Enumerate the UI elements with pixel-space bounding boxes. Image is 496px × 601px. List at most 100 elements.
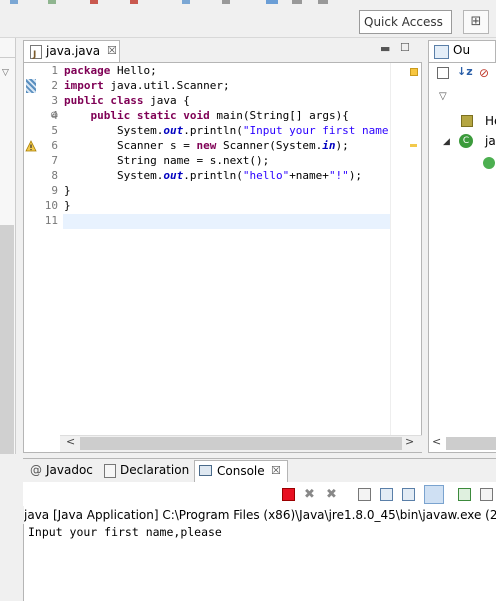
quick-access-input[interactable]: Quick Access	[359, 10, 452, 34]
outline-view[interactable]: ↓z ⊘ ▽ He ◢ C ja	[428, 62, 496, 453]
open-perspective-button[interactable]: ⊞	[463, 10, 489, 34]
code-token: "hello"	[242, 169, 290, 182]
overview-ruler[interactable]	[390, 63, 421, 435]
toolbar-icon-fragment[interactable]	[222, 0, 230, 4]
console-output-text: Input your first name,please	[28, 525, 222, 539]
remove-launch-icon[interactable]: ✖	[304, 488, 317, 501]
line-number: 1	[51, 64, 58, 77]
code-token: public	[64, 94, 104, 107]
left-pane-scrollbar[interactable]	[0, 225, 14, 454]
line-number: 10	[44, 199, 58, 212]
pin-console-icon[interactable]	[458, 488, 471, 501]
outline-item-package[interactable]: He	[485, 114, 496, 128]
code-token: Scanner(System.	[216, 139, 323, 152]
code-line[interactable]: import java.util.Scanner;	[64, 78, 230, 93]
tab-console-label: Console	[217, 464, 265, 478]
quick-diff-marker	[26, 79, 36, 93]
class-icon: C	[459, 134, 473, 148]
method-icon[interactable]	[483, 157, 495, 169]
code-line[interactable]: public static void main(String[] args){	[64, 108, 349, 123]
toolbar-icon-fragment[interactable]	[292, 0, 302, 4]
tab-javadoc-label: Javadoc	[46, 463, 93, 477]
display-selected-console-icon[interactable]	[480, 488, 493, 501]
code-token: Scanner s =	[64, 139, 197, 152]
close-icon[interactable]: ☒	[271, 461, 281, 481]
tab-declaration[interactable]: Declaration	[102, 460, 192, 482]
outline-tab-label: Ou	[453, 43, 471, 57]
code-line[interactable]: }	[64, 198, 71, 213]
code-line[interactable]: String name = s.next();	[64, 153, 269, 168]
toolbar-icon-fragment[interactable]	[130, 0, 138, 4]
code-token: out	[163, 124, 184, 137]
code-token: package	[64, 64, 111, 77]
word-wrap-icon[interactable]	[402, 488, 415, 501]
code-token: java {	[143, 94, 190, 107]
toolbar-icon-fragment[interactable]	[318, 0, 328, 4]
code-token: }	[64, 184, 71, 197]
hide-fields-icon[interactable]: ⊘	[479, 66, 489, 80]
warnings-summary-icon[interactable]	[410, 68, 418, 76]
close-icon[interactable]: ☒	[107, 41, 117, 61]
outline-item-class[interactable]: ja	[485, 134, 496, 148]
code-line[interactable]: System.out.println("hello"+name+"!");	[64, 168, 362, 183]
editor-tab-label: java.java	[46, 44, 101, 58]
toolbar-icon-fragment[interactable]	[182, 0, 190, 4]
chevron-down-icon[interactable]: ▽	[2, 68, 9, 78]
remove-all-icon[interactable]: ✖	[326, 488, 339, 501]
left-pane-tab[interactable]	[0, 38, 16, 58]
editor-tab-java[interactable]: java.java ☒	[23, 40, 120, 65]
code-token: "Input your first name,please"	[242, 124, 390, 137]
collapse-all-icon[interactable]	[437, 67, 449, 79]
code-line[interactable]: Scanner s = new Scanner(System.in);	[64, 138, 349, 153]
toolbar-icon-fragment[interactable]	[90, 0, 98, 4]
sort-icon[interactable]: ↓z	[457, 65, 473, 78]
scroll-left-arrow[interactable]: <	[66, 435, 75, 448]
line-number: 2	[51, 79, 58, 92]
line-number: 8	[51, 169, 58, 182]
toolbar-icon-fragment[interactable]	[10, 0, 18, 4]
code-line[interactable]: }	[64, 183, 71, 198]
code-line[interactable]: public class java {	[64, 93, 190, 108]
console-process-description: java [Java Application] C:\Program Files…	[24, 506, 496, 524]
code-token: java.util.Scanner;	[103, 79, 230, 92]
declaration-icon	[104, 464, 116, 478]
code-token: );	[348, 169, 363, 182]
outline-scroll-left-arrow[interactable]: <	[432, 435, 441, 448]
code-token: class	[110, 94, 144, 107]
javadoc-icon: @	[30, 463, 42, 477]
tab-outline[interactable]: Ou	[428, 40, 496, 62]
code-token: static	[136, 109, 177, 122]
tree-expand-icon[interactable]: ◢	[443, 137, 450, 147]
tab-console[interactable]: Console ☒	[194, 460, 288, 482]
clear-console-icon[interactable]	[358, 488, 371, 501]
show-console-on-output-icon[interactable]	[424, 485, 444, 504]
code-token: );	[335, 139, 349, 152]
warning-marker[interactable]	[410, 144, 417, 147]
code-text[interactable]: package Hello; import java.util.Scanner; p…	[60, 63, 390, 435]
line-number: 9	[51, 184, 58, 197]
scroll-right-arrow[interactable]: >	[405, 435, 414, 448]
code-line[interactable]: System.out.println("Input your first nam…	[64, 123, 390, 138]
outline-scroll-thumb[interactable]	[446, 437, 496, 450]
code-token: String name = s.next();	[64, 154, 270, 167]
editor-gutter[interactable]	[24, 63, 38, 435]
minimize-icon[interactable]: ▬	[380, 42, 390, 56]
terminate-icon[interactable]	[282, 488, 295, 501]
toolbar-icon-fragment[interactable]	[48, 0, 56, 4]
fold-collapse-icon[interactable]: ⊖	[50, 110, 58, 121]
code-token: void	[183, 109, 210, 122]
code-token: Hello;	[110, 64, 157, 77]
editor-scroll-thumb[interactable]	[80, 437, 402, 450]
outline-icon	[434, 45, 449, 59]
view-menu-chevron-icon[interactable]: ▽	[439, 91, 447, 102]
code-token: in	[322, 139, 336, 152]
warning-icon[interactable]	[25, 140, 37, 152]
perspective-icon: ⊞	[470, 14, 482, 29]
toolbar-icon-fragment[interactable]	[266, 0, 278, 4]
maximize-icon[interactable]: ☐	[400, 41, 410, 55]
code-line[interactable]: package Hello;	[64, 63, 157, 78]
tab-javadoc[interactable]: @ Javadoc	[28, 460, 98, 482]
scroll-lock-icon[interactable]	[380, 488, 393, 501]
line-number: 3	[51, 94, 58, 107]
